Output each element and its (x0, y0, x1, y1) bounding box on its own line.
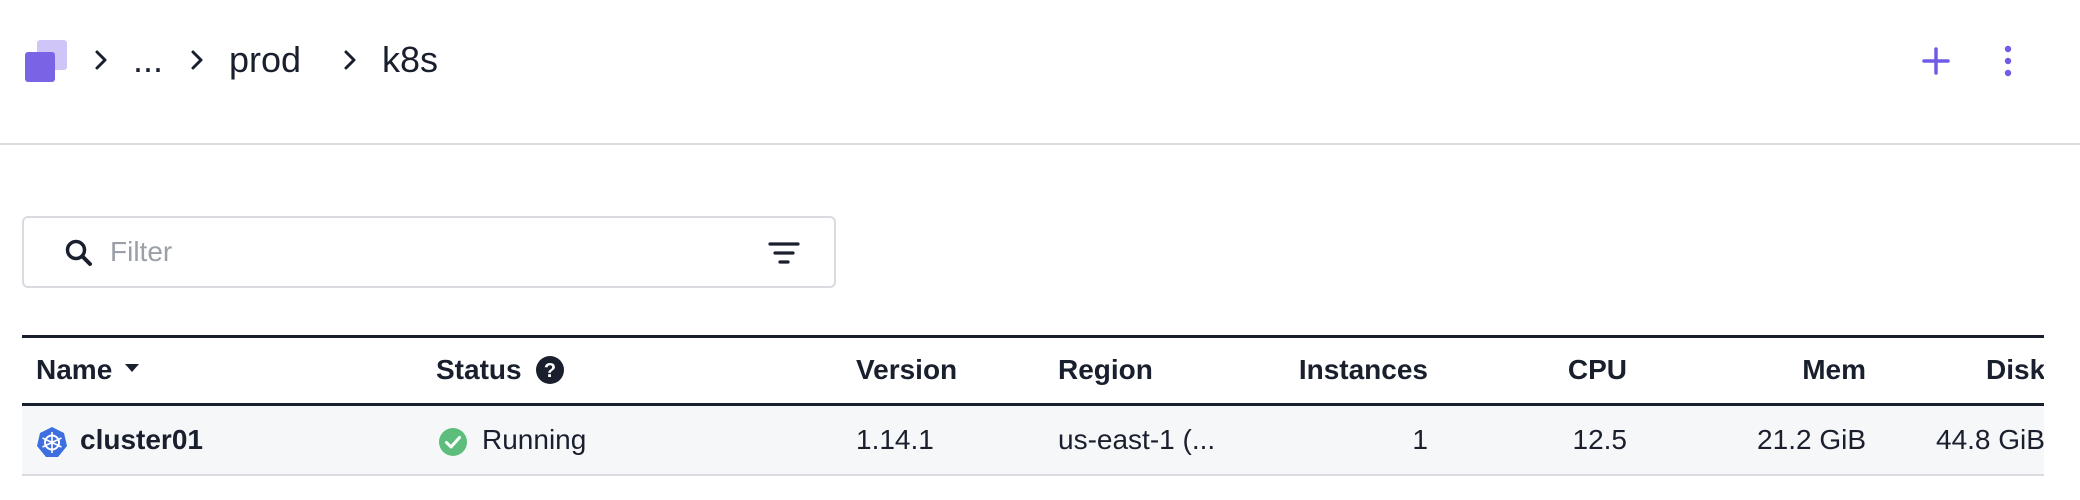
kubernetes-icon (37, 427, 67, 457)
more-options-button[interactable] (1985, 38, 2031, 84)
top-bar: ... prod k8s (0, 0, 2080, 145)
column-header-version[interactable]: Version (856, 352, 957, 388)
breadcrumb-prod[interactable]: prod (229, 36, 301, 84)
column-header-name[interactable]: Name (36, 352, 140, 388)
column-header-status[interactable]: Status ? (436, 352, 565, 388)
column-label: Status (436, 354, 522, 385)
chevron-right-icon (95, 50, 107, 70)
column-header-cpu[interactable]: CPU (1568, 352, 1627, 388)
filter-options-icon[interactable] (766, 235, 802, 271)
column-header-region[interactable]: Region (1058, 352, 1153, 388)
instances-cell: 1 (1412, 424, 1428, 455)
search-icon (65, 239, 92, 266)
version-cell: 1.14.1 (856, 424, 934, 455)
svg-text:?: ? (544, 360, 556, 382)
question-circle-icon[interactable]: ? (535, 355, 565, 385)
app-logo[interactable] (25, 40, 67, 82)
cpu-cell: 12.5 (1572, 424, 1628, 455)
filter-bar (22, 216, 836, 288)
table-row[interactable]: cluster01 Running 1.14.1 us-east-1 (... … (22, 406, 2044, 476)
mem-cell: 21.2 GiB (1757, 424, 1866, 455)
sort-desc-icon (125, 364, 140, 372)
column-header-mem[interactable]: Mem (1802, 352, 1866, 388)
breadcrumb-current-k8s: k8s (382, 39, 439, 80)
plus-icon (1922, 47, 1950, 75)
disk-cell: 44.8 GiB (1936, 424, 2044, 455)
status-check-icon (439, 428, 467, 456)
region-cell: us-east-1 (... (1058, 424, 1216, 455)
status-text: Running (482, 424, 587, 455)
cluster-name-link[interactable]: cluster01 (80, 422, 203, 458)
column-header-instances[interactable]: Instances (1299, 352, 1428, 388)
add-button[interactable] (1913, 38, 1959, 84)
chevron-right-icon (344, 50, 356, 70)
filter-input[interactable] (108, 230, 748, 274)
clusters-table: Name Status ? Version Region Instances C… (22, 335, 2044, 477)
chevron-right-icon (191, 50, 203, 70)
column-header-disk[interactable]: Disk (1986, 352, 2044, 388)
table-header: Name Status ? Version Region Instances C… (22, 338, 2044, 406)
breadcrumb-ellipsis[interactable]: ... (133, 36, 163, 84)
column-label: Name (36, 354, 113, 385)
more-vertical-icon (2004, 45, 2012, 77)
